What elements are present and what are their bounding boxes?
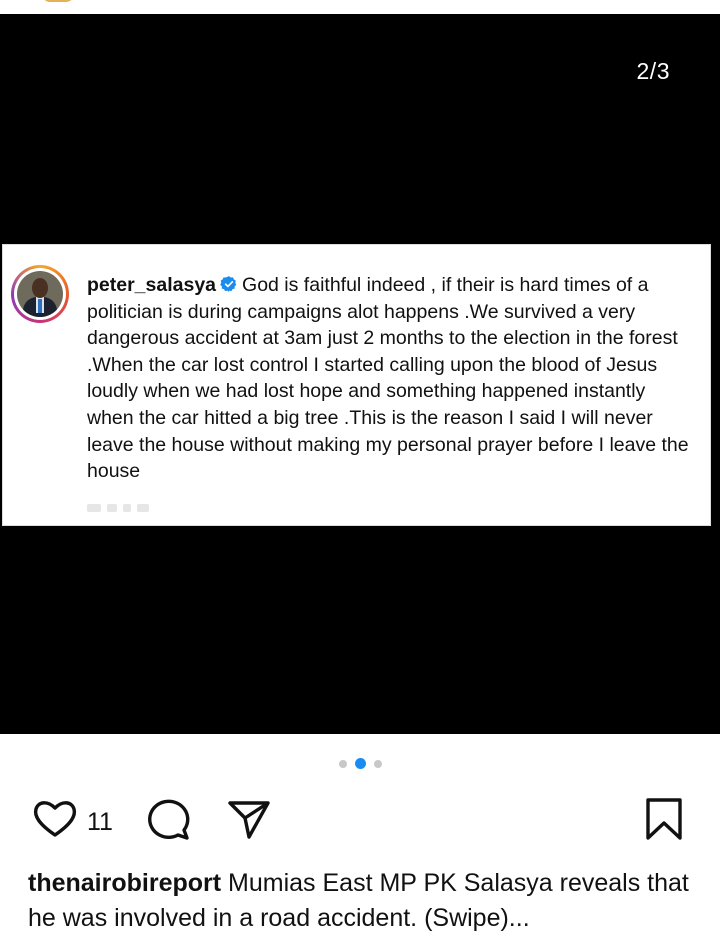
- carousel-indicator: [0, 758, 720, 769]
- save-button[interactable]: [640, 795, 688, 843]
- carousel-dot: [373, 759, 382, 768]
- heart-icon: [33, 801, 77, 837]
- bookmark-icon: [646, 798, 682, 840]
- embedded-caption: peter_salasya God is faithful indeed , i…: [87, 272, 697, 485]
- post-media[interactable]: 2/3 peter_salasya God is faithful indeed…: [0, 14, 720, 734]
- avatar-photo: [17, 271, 63, 317]
- comment-button[interactable]: [143, 795, 191, 843]
- share-icon: [228, 801, 270, 839]
- like-button[interactable]: [31, 795, 79, 843]
- post-caption: thenairobireport Mumias East MP PK Salas…: [28, 866, 708, 936]
- share-button[interactable]: [225, 795, 273, 843]
- action-bar: 11: [0, 795, 720, 845]
- story-ring: [11, 265, 69, 323]
- comment-icon: [148, 799, 190, 840]
- faded-timestamp: [87, 499, 167, 512]
- top-strip: [0, 0, 720, 14]
- embedded-username: peter_salasya: [87, 274, 217, 296]
- embedded-caption-text: God is faithful indeed , if their is har…: [87, 274, 689, 483]
- like-count[interactable]: 11: [87, 808, 113, 837]
- caption-author[interactable]: thenairobireport: [28, 869, 221, 897]
- previous-post-edge: [42, 0, 74, 2]
- slide-counter: 2/3: [636, 58, 670, 84]
- avatar: [14, 268, 66, 320]
- verified-badge-icon: [220, 276, 237, 292]
- carousel-dot-active: [354, 758, 366, 769]
- embedded-screenshot-card: peter_salasya God is faithful indeed , i…: [2, 244, 711, 526]
- carousel-dot: [338, 759, 347, 768]
